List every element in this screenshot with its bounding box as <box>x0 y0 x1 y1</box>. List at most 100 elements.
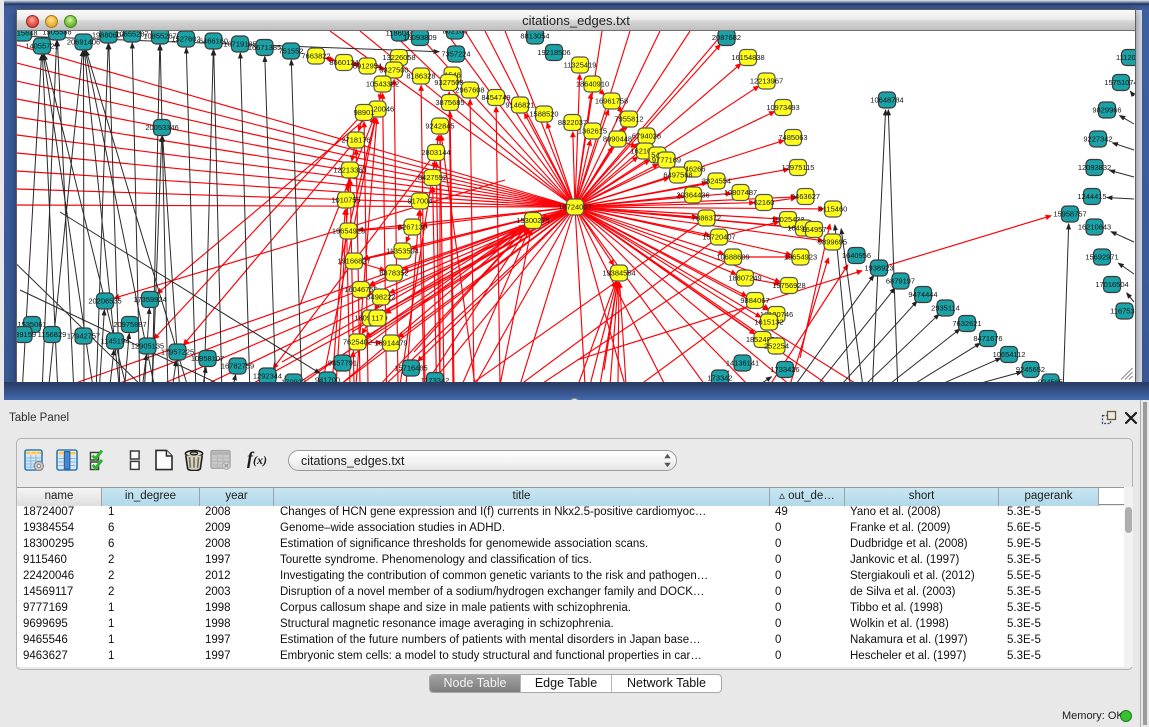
svg-text:15300275: 15300275 <box>516 216 549 225</box>
svg-text:173342: 173342 <box>707 374 732 383</box>
svg-text:7485063: 7485063 <box>778 133 807 142</box>
svg-text:9457791: 9457791 <box>328 359 357 368</box>
svg-text:19654925: 19654925 <box>332 227 365 236</box>
svg-text:12093832: 12093832 <box>1078 163 1111 172</box>
svg-text:17957225: 17957225 <box>161 348 194 357</box>
svg-text:8912954: 8912954 <box>353 62 382 71</box>
svg-text:3875685: 3875685 <box>435 98 464 107</box>
svg-text:2967608: 2967608 <box>455 86 484 95</box>
svg-text:15716485: 15716485 <box>394 364 427 373</box>
svg-text:2087682: 2087682 <box>712 33 741 42</box>
svg-text:9327500: 9327500 <box>379 66 408 75</box>
svg-text:62160: 62160 <box>754 198 775 207</box>
svg-text:1905586: 1905586 <box>42 31 71 37</box>
svg-text:15720407: 15720407 <box>702 233 735 242</box>
svg-text:14055721: 14055721 <box>25 42 58 51</box>
svg-text:6794028: 6794028 <box>632 132 661 141</box>
svg-text:16093809: 16093809 <box>403 33 436 42</box>
svg-text:14136141: 14136141 <box>726 359 759 368</box>
svg-text:1292344: 1292344 <box>253 372 282 381</box>
svg-text:8267130: 8267130 <box>398 223 427 232</box>
svg-text:7625402: 7625402 <box>343 338 372 347</box>
svg-text:10958107: 10958107 <box>191 354 224 363</box>
svg-text:7955812: 7955812 <box>614 115 643 124</box>
svg-text:17942757: 17942757 <box>67 332 100 341</box>
svg-text:917004: 917004 <box>407 197 432 206</box>
svg-text:19166827: 19166827 <box>337 257 370 266</box>
svg-text:8878352: 8878352 <box>379 269 408 278</box>
svg-text:2803144: 2803144 <box>421 148 450 157</box>
svg-text:18724007: 18724007 <box>558 203 591 212</box>
svg-text:6497568: 6497568 <box>663 171 692 180</box>
svg-text:7357224: 7357224 <box>441 50 470 59</box>
svg-text:10543382: 10543382 <box>366 80 399 89</box>
svg-text:9115460: 9115460 <box>819 205 848 214</box>
svg-text:1615648: 1615648 <box>17 31 38 38</box>
svg-text:11353594: 11353594 <box>386 247 419 256</box>
svg-text:1167539: 1167539 <box>1110 307 1135 316</box>
svg-text:862160: 862160 <box>442 31 467 36</box>
svg-text:9899695: 9899695 <box>818 238 847 247</box>
svg-text:751552: 751552 <box>278 47 303 56</box>
svg-text:252254: 252254 <box>764 342 789 351</box>
svg-text:19384554: 19384554 <box>602 269 635 278</box>
svg-text:7663822: 7663822 <box>301 52 330 61</box>
svg-text:10648784: 10648784 <box>870 96 903 105</box>
svg-text:9829966: 9829966 <box>1092 106 1121 115</box>
svg-text:9777169: 9777169 <box>652 156 681 165</box>
svg-text:10654112: 10654112 <box>993 350 1026 359</box>
svg-text:1733426: 1733426 <box>770 365 799 374</box>
svg-text:20206535: 20206535 <box>88 297 121 306</box>
svg-text:9227342: 9227342 <box>1083 135 1112 144</box>
svg-text:3498222: 3498222 <box>366 293 395 302</box>
svg-text:9242845: 9242845 <box>425 122 454 131</box>
svg-text:1112075: 1112075 <box>1116 53 1135 62</box>
svg-text:10807487: 10807487 <box>724 188 757 197</box>
svg-text:2935114: 2935114 <box>931 304 960 313</box>
svg-text:13226058: 13226058 <box>382 53 415 62</box>
svg-text:16671385: 16671385 <box>248 43 281 52</box>
svg-text:1588520: 1588520 <box>529 110 558 119</box>
svg-text:7632621: 7632621 <box>952 319 981 328</box>
svg-text:3824554: 3824554 <box>702 177 731 186</box>
svg-text:16914479: 16914479 <box>374 339 407 348</box>
svg-text:18807249: 18807249 <box>728 274 761 283</box>
svg-text:11325419: 11325419 <box>564 61 597 70</box>
svg-text:1244415: 1244415 <box>1077 192 1106 201</box>
svg-text:8471676: 8471676 <box>973 334 1002 343</box>
svg-text:8813054: 8813054 <box>520 32 549 41</box>
svg-text:19654923: 19654923 <box>784 253 817 262</box>
svg-text:98901: 98901 <box>354 108 375 117</box>
svg-text:17016504: 17016504 <box>1095 280 1128 289</box>
svg-text:16210643: 16210643 <box>1078 223 1111 232</box>
svg-text:9245652: 9245652 <box>1016 365 1045 374</box>
svg-text:15751074: 15751074 <box>1104 78 1135 87</box>
svg-text:20053346: 20053346 <box>145 123 178 132</box>
svg-text:2718176: 2718176 <box>341 136 370 145</box>
svg-text:9146821: 9146821 <box>505 101 534 110</box>
svg-text:1145194: 1145194 <box>101 337 130 346</box>
svg-text:16782759: 16782759 <box>221 362 254 371</box>
svg-text:16961758: 16961758 <box>595 97 628 106</box>
svg-text:1640956: 1640956 <box>842 251 871 260</box>
svg-text:16154838: 16154838 <box>731 53 764 62</box>
svg-text:18640910: 18640910 <box>576 80 609 89</box>
svg-text:10688609: 10688609 <box>716 253 749 262</box>
svg-text:9463627: 9463627 <box>791 192 820 201</box>
svg-text:20975887: 20975887 <box>113 320 146 329</box>
svg-text:1527602: 1527602 <box>171 35 200 44</box>
svg-text:1010755: 1010755 <box>331 196 360 205</box>
svg-text:12213967: 12213967 <box>750 77 783 86</box>
svg-text:12213363: 12213363 <box>333 166 366 175</box>
svg-text:939159: 939159 <box>17 330 36 339</box>
svg-text:9474444: 9474444 <box>908 290 937 299</box>
svg-text:9884067: 9884067 <box>740 296 769 305</box>
svg-text:20364436: 20364436 <box>676 191 709 200</box>
svg-text:164957: 164957 <box>801 225 826 234</box>
svg-text:6879197: 6879197 <box>886 277 915 286</box>
svg-text:15958757: 15958757 <box>1053 210 1086 219</box>
svg-text:1615132: 1615132 <box>754 318 783 327</box>
svg-text:1156829: 1156829 <box>38 330 67 339</box>
svg-text:8427552: 8427552 <box>418 173 447 182</box>
svg-text:117: 117 <box>372 314 384 323</box>
